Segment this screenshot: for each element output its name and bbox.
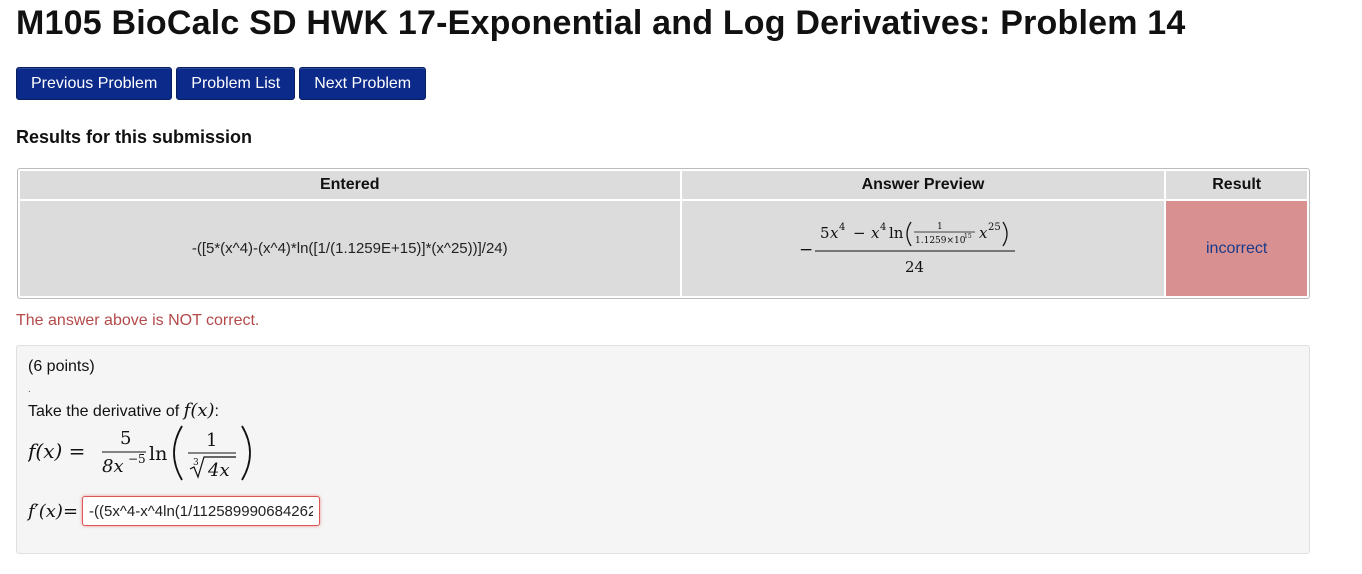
next-problem-button[interactable]: Next Problem [299, 67, 427, 100]
problem-body: (6 points) . Take the derivative of f(x)… [16, 345, 1310, 554]
preview-exp25: 25 [988, 222, 1001, 233]
preview-inner-num: 1 [937, 222, 943, 232]
answer-row: f′(x)= [28, 494, 321, 528]
problem-formula: f(x) = 5 8x −5 ln 1 3 4x [28, 425, 251, 481]
preview-coef: 5 [820, 224, 830, 242]
formula-left-paren [173, 425, 183, 481]
column-header-result: Result [1166, 171, 1307, 199]
prompt-text: Take the derivative of [28, 403, 180, 420]
preview-minus-op: − [853, 224, 866, 242]
problem-dot: . [28, 384, 31, 395]
formula-den-base: 8x [102, 456, 124, 477]
problem-prompt: Take the derivative of f(x): [28, 400, 219, 421]
answer-preview-cell: − 5 x 4 − x 4 ln 1 1.1259×10 15 x 25 24 [681, 201, 1165, 296]
formula-inner-num: 1 [206, 430, 217, 451]
preview-exp4-1: 4 [839, 222, 845, 233]
preview-var-2: x [871, 224, 880, 242]
problem-navigation: Previous Problem Problem List Next Probl… [16, 67, 427, 100]
preview-inner-den: 1.1259×10 [915, 236, 966, 246]
preview-var-1: x [830, 224, 839, 242]
answer-preview-math: − 5 x 4 − x 4 ln 1 1.1259×10 15 x 25 24 [799, 221, 1015, 276]
results-header-row: Entered Answer Preview Result [20, 171, 1307, 199]
problem-points: (6 points) [28, 358, 95, 375]
formula-num: 5 [120, 428, 131, 449]
feedback-message: The answer above is NOT correct. [16, 312, 260, 329]
preview-inner-den-exp: 15 [964, 233, 972, 240]
preview-left-paren [906, 221, 912, 246]
results-heading: Results for this submission [16, 127, 253, 147]
entered-answer-cell: -([5*(x^4)-(x^4)*ln([1/(1.1259E+15)]*(x^… [20, 201, 680, 296]
formula-den-exp: −5 [128, 452, 146, 466]
formula-root-arg: 4x [207, 460, 230, 481]
formula-lhs: f(x) = [28, 439, 85, 463]
column-header-entered: Entered [20, 171, 680, 199]
column-header-answer-preview: Answer Preview [681, 171, 1165, 199]
answer-label: f′(x)= [28, 500, 79, 522]
preview-var-3: x [979, 224, 988, 242]
problem-list-button[interactable]: Problem List [176, 67, 296, 100]
formula-right-paren [241, 425, 251, 481]
preview-minus: − [799, 240, 813, 260]
preview-ln: ln [889, 224, 904, 242]
results-table: Entered Answer Preview Result -([5*(x^4)… [17, 168, 1310, 299]
preview-denominator: 24 [905, 258, 924, 276]
prompt-function-name: f(x) [183, 400, 215, 421]
preview-right-paren [1002, 221, 1008, 246]
page-title: M105 BioCalc SD HWK 17-Exponential and L… [16, 4, 1186, 42]
table-row: -([5*(x^4)-(x^4)*ln([1/(1.1259E+15)]*(x^… [20, 201, 1307, 296]
result-status-cell: incorrect [1166, 201, 1307, 296]
preview-exp4-2: 4 [880, 222, 886, 233]
answer-input[interactable] [82, 496, 321, 526]
previous-problem-button[interactable]: Previous Problem [16, 67, 173, 100]
formula-ln: ln [149, 443, 167, 465]
prompt-colon: : [214, 403, 219, 420]
